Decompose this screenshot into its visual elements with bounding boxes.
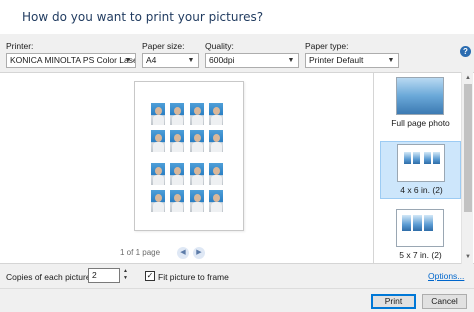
printer-value: KONICA MINOLTA PS Color Laser <box>10 55 136 65</box>
scroll-up-icon[interactable]: ▲ <box>462 73 474 83</box>
passport-photo-thumbnail <box>189 102 205 126</box>
layout-label: Full page photo <box>391 118 450 128</box>
decrement-icon[interactable]: ▼ <box>121 275 130 282</box>
increment-icon[interactable]: ▲ <box>121 268 130 275</box>
print-button[interactable]: Print <box>371 294 416 309</box>
passport-photo-thumbnail <box>208 102 224 126</box>
fit-to-frame-label: Fit picture to frame <box>158 272 229 282</box>
passport-photo-thumbnail <box>150 162 166 186</box>
mini-photo <box>412 214 423 232</box>
page-indicator: 1 of 1 page <box>120 248 161 257</box>
layout-item-full-page-photo[interactable]: Full page photo <box>380 75 461 133</box>
quality-label: Quality: <box>205 41 234 51</box>
copies-input[interactable]: 2 <box>88 268 120 283</box>
help-icon[interactable]: ? <box>460 46 471 57</box>
divider <box>0 288 474 289</box>
paper-type-select[interactable]: Printer Default ▼ <box>305 53 399 68</box>
chevron-down-icon: ▼ <box>287 57 295 64</box>
landscape-thumbnail-icon <box>396 77 444 115</box>
next-page-button[interactable]: ▶ <box>193 247 205 259</box>
passport-photo-thumbnail <box>169 129 185 153</box>
passport-photo-thumbnail <box>208 129 224 153</box>
copies-stepper[interactable]: ▲ ▼ <box>121 268 130 283</box>
passport-photo-thumbnail <box>189 129 205 153</box>
print-preview-pane <box>0 72 373 264</box>
printer-label: Printer: <box>6 41 34 51</box>
passport-photo-thumbnail <box>169 162 185 186</box>
dialog-header: How do you want to print your pictures? <box>0 0 474 34</box>
passport-photo-thumbnail <box>150 129 166 153</box>
cancel-button[interactable]: Cancel <box>422 294 467 309</box>
layout-scrollbar[interactable]: ▲ ▼ <box>461 72 473 264</box>
printer-select[interactable]: KONICA MINOLTA PS Color Laser ▼ <box>6 53 136 68</box>
layout-list: Full page photo 4 x 6 in. (2) 5 x 7 in. … <box>373 72 474 264</box>
paper-size-select[interactable]: A4 ▼ <box>142 53 199 68</box>
two-photo-layout-icon <box>396 209 444 247</box>
quality-value: 600dpi <box>209 55 235 65</box>
dialog-title: How do you want to print your pictures? <box>22 10 264 24</box>
layout-item-4x6[interactable]: 4 x 6 in. (2) <box>380 141 461 199</box>
quality-select[interactable]: 600dpi ▼ <box>205 53 299 68</box>
mini-photo <box>423 214 434 232</box>
mini-photo <box>423 151 432 165</box>
passport-photo-thumbnail <box>208 189 224 213</box>
paper-size-value: A4 <box>146 55 157 65</box>
chevron-down-icon: ▼ <box>124 57 132 64</box>
passport-photo-thumbnail <box>150 189 166 213</box>
page-preview <box>134 81 244 231</box>
two-photo-layout-icon <box>397 144 445 182</box>
previous-page-button[interactable]: ◀ <box>177 247 189 259</box>
copies-label: Copies of each picture: <box>6 272 93 282</box>
passport-photo-thumbnail <box>189 189 205 213</box>
passport-photo-thumbnail <box>169 102 185 126</box>
chevron-down-icon: ▼ <box>187 57 195 64</box>
options-link[interactable]: Options... <box>428 271 464 281</box>
scrollbar-thumb[interactable] <box>464 84 472 212</box>
fit-to-frame-checkbox[interactable]: ✓ <box>145 271 155 281</box>
mini-photo <box>412 151 421 165</box>
layout-item-5x7[interactable]: 5 x 7 in. (2) <box>380 207 461 265</box>
mini-photo <box>403 151 412 165</box>
scroll-down-icon[interactable]: ▼ <box>462 252 474 262</box>
paper-size-label: Paper size: <box>142 41 185 51</box>
layout-label: 5 x 7 in. (2) <box>399 250 442 260</box>
paper-type-value: Printer Default <box>309 55 364 65</box>
passport-photo-thumbnail <box>169 189 185 213</box>
layout-label: 4 x 6 in. (2) <box>400 185 443 195</box>
passport-photo-thumbnail <box>150 102 166 126</box>
passport-photo-thumbnail <box>208 162 224 186</box>
mini-photo <box>432 151 441 165</box>
passport-photo-thumbnail <box>189 162 205 186</box>
paper-type-label: Paper type: <box>305 41 349 51</box>
chevron-down-icon: ▼ <box>387 57 395 64</box>
mini-photo <box>401 214 412 232</box>
